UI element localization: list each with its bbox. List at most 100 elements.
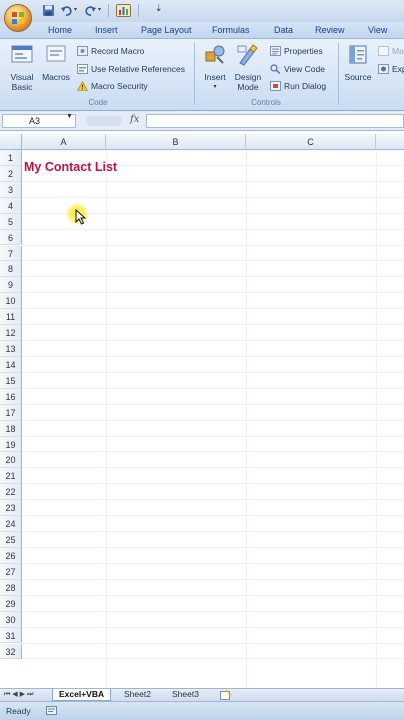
row-header[interactable]: 6: [0, 229, 22, 246]
formula-bar: A3 ▼ fx: [0, 111, 404, 131]
row-header[interactable]: 23: [0, 500, 22, 517]
tab-page-layout[interactable]: Page Layout: [141, 25, 192, 35]
worksheet-grid[interactable]: A B C 1 2 3 4 5 6 7 8 9 10 11 12 13 14 15 16 17 18 19 20 21 2…: [0, 131, 404, 688]
macro-recording-icon[interactable]: [46, 706, 57, 715]
code-group-label: Code: [88, 98, 108, 107]
row-header[interactable]: 10: [0, 293, 22, 310]
tab-insert[interactable]: Insert: [95, 25, 118, 35]
column-header-d[interactable]: [376, 134, 404, 150]
macros-button[interactable]: Macros: [40, 43, 72, 82]
row-header[interactable]: 22: [0, 484, 22, 501]
row-header[interactable]: 3: [0, 181, 22, 198]
undo-icon[interactable]: [60, 4, 73, 17]
row-gridline: [22, 435, 404, 437]
row-gridline: [22, 276, 404, 278]
row-header[interactable]: 8: [0, 261, 22, 278]
ribbon-developer: Visual Basic Macros Record Macro Use Rel…: [0, 39, 404, 111]
xml-source-label: Source: [344, 72, 372, 82]
row-header[interactable]: 25: [0, 532, 22, 548]
row-header[interactable]: 12: [0, 325, 22, 341]
row-header[interactable]: 27: [0, 563, 22, 580]
row-header[interactable]: 24: [0, 516, 22, 533]
row-header[interactable]: 21: [0, 468, 22, 485]
row-header[interactable]: 9: [0, 277, 22, 294]
design-mode-button[interactable]: Design Mode: [231, 43, 265, 92]
column-header-c[interactable]: C: [246, 134, 376, 150]
row-header[interactable]: 30: [0, 611, 22, 628]
design-mode-label: Design Mode: [234, 72, 262, 92]
cell-a1-title[interactable]: My Contact List: [24, 160, 117, 174]
row-header[interactable]: 5: [0, 213, 22, 230]
expansion-packs-button[interactable]: Exp: [378, 63, 404, 75]
macro-security-label: Macro Security: [91, 81, 148, 91]
insert-controls-icon: [205, 45, 225, 64]
row-header[interactable]: 20: [0, 452, 22, 469]
row-header[interactable]: 13: [0, 341, 22, 357]
name-box[interactable]: A3: [2, 114, 76, 128]
insert-function-button[interactable]: fx: [130, 114, 139, 125]
visual-basic-button[interactable]: Visual Basic: [5, 43, 39, 92]
row-header[interactable]: 1: [0, 150, 22, 166]
tab-formulas[interactable]: Formulas: [212, 25, 250, 35]
row-header[interactable]: 16: [0, 388, 22, 405]
sheet-tab-sheet3[interactable]: Sheet3: [166, 689, 205, 701]
column-header-b[interactable]: B: [106, 134, 246, 150]
insert-control-button[interactable]: Insert ▾: [200, 43, 230, 92]
row-gridline: [22, 578, 404, 580]
row-gridline: [22, 340, 404, 342]
macros-label: Macros: [42, 72, 70, 82]
row-gridline: [22, 562, 404, 564]
save-icon[interactable]: [42, 4, 55, 17]
map-properties-button[interactable]: Ma: [378, 45, 404, 57]
row-header[interactable]: 7: [0, 245, 22, 262]
view-code-button[interactable]: View Code: [270, 63, 325, 75]
row-gridline: [22, 244, 404, 246]
row-header[interactable]: 14: [0, 356, 22, 373]
chart-icon[interactable]: [116, 4, 131, 17]
formula-bar-splitter[interactable]: [86, 116, 122, 126]
customize-qat-icon[interactable]: ⇣: [155, 3, 163, 14]
row-header[interactable]: 17: [0, 404, 22, 421]
row-header[interactable]: 2: [0, 165, 22, 182]
sheet-tab-sheet2[interactable]: Sheet2: [118, 689, 157, 701]
row-gridline: [22, 626, 404, 628]
use-relative-references-button[interactable]: Use Relative References: [77, 63, 185, 75]
column-header-a[interactable]: A: [22, 134, 106, 150]
row-header[interactable]: 4: [0, 197, 22, 214]
undo-dropdown-icon[interactable]: ▾: [74, 6, 77, 13]
tab-home[interactable]: Home: [48, 25, 72, 35]
row-header[interactable]: 28: [0, 579, 22, 596]
sheet-tab-excel-vba[interactable]: Excel+VBA: [52, 689, 112, 701]
row-header[interactable]: 32: [0, 643, 22, 660]
office-button[interactable]: [4, 4, 32, 32]
use-relative-references-label: Use Relative References: [91, 64, 186, 74]
row-header[interactable]: 15: [0, 372, 22, 389]
xml-source-button[interactable]: Source: [343, 43, 373, 82]
row-header[interactable]: 11: [0, 309, 22, 326]
insert-sheet-icon[interactable]: [220, 690, 232, 700]
name-box-dropdown-icon[interactable]: ▼: [66, 113, 73, 120]
redo-icon[interactable]: [84, 4, 97, 17]
row-header[interactable]: 26: [0, 548, 22, 564]
row-header[interactable]: 31: [0, 627, 22, 644]
row-gridline: [22, 499, 404, 501]
select-all-button[interactable]: [0, 134, 22, 150]
tab-review[interactable]: Review: [315, 25, 345, 35]
xml-source-icon: [349, 45, 367, 64]
controls-group-label: Controls: [251, 98, 281, 107]
row-header[interactable]: 18: [0, 420, 22, 437]
run-dialog-button[interactable]: Run Dialog: [270, 80, 326, 92]
row-header[interactable]: 29: [0, 595, 22, 612]
redo-dropdown-icon[interactable]: ▾: [98, 6, 101, 13]
ribbon-group-separator: [338, 43, 339, 105]
row-gridline: [22, 292, 404, 294]
row-gridline: [22, 387, 404, 389]
record-macro-button[interactable]: Record Macro: [77, 45, 144, 57]
formula-input[interactable]: [146, 114, 404, 128]
properties-button[interactable]: Properties: [270, 45, 323, 57]
tab-data[interactable]: Data: [274, 25, 293, 35]
macro-security-button[interactable]: Macro Security: [77, 80, 148, 92]
tab-view[interactable]: View: [368, 25, 387, 35]
row-header[interactable]: 19: [0, 436, 22, 453]
sheet-navigation-icons[interactable]: ⏮◀▶⏭: [4, 690, 35, 699]
